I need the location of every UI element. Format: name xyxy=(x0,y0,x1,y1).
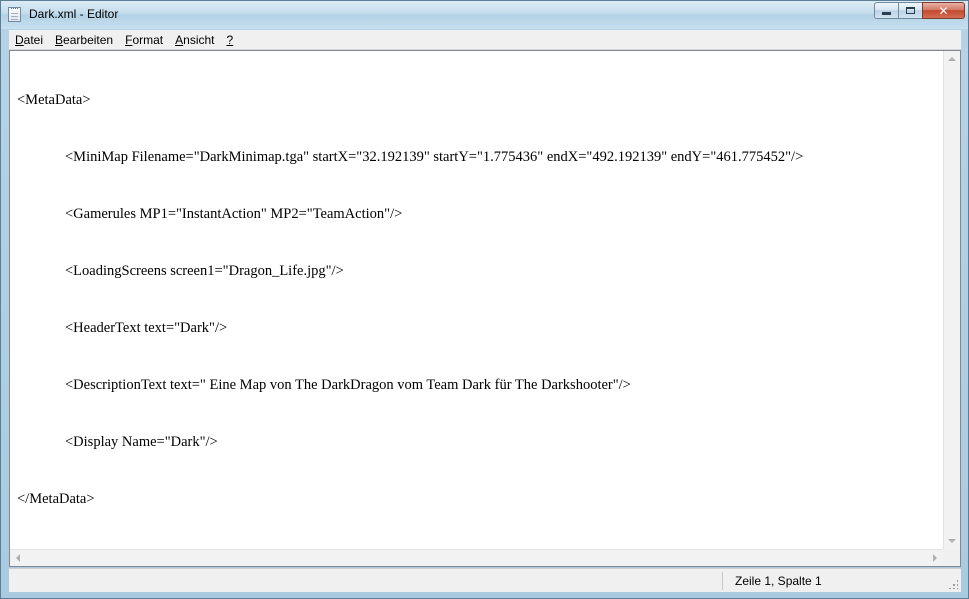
scroll-left-icon[interactable] xyxy=(16,554,20,562)
menu-ansicht-label: nsicht xyxy=(183,32,215,47)
text-line: <LoadingScreens screen1="Dragon_Life.jpg… xyxy=(65,263,344,279)
editor-area: <MetaData> <MiniMap Filename="DarkMinima… xyxy=(9,50,961,567)
maximize-button[interactable] xyxy=(898,2,923,19)
text-line: <MetaData> xyxy=(17,92,91,108)
menu-ansicht-accel: A xyxy=(175,32,184,47)
menu-help-accel: ? xyxy=(226,32,234,47)
status-bar: Zeile 1, Spalte 1 xyxy=(9,568,961,592)
scroll-right-icon[interactable] xyxy=(933,554,937,562)
menu-format-label: ormat xyxy=(132,32,164,47)
notepad-app-icon[interactable] xyxy=(8,7,21,22)
maximize-icon xyxy=(906,7,915,14)
resize-grip-icon[interactable] xyxy=(948,579,958,589)
window-title: Dark.xml - Editor xyxy=(29,7,119,21)
menu-datei-accel: D xyxy=(15,32,24,47)
menu-bearbeiten-label: earbeiten xyxy=(63,32,114,47)
menu-help[interactable]: ? xyxy=(221,33,240,47)
title-bar[interactable]: Dark.xml - Editor ✕ xyxy=(1,1,968,29)
minimize-icon xyxy=(882,12,891,15)
text-line: <DescriptionText text=" Eine Map von The… xyxy=(65,377,631,393)
text-edit-area[interactable]: <MetaData> <MiniMap Filename="DarkMinima… xyxy=(10,51,943,549)
menu-bearbeiten-accel: B xyxy=(55,32,64,47)
text-line: <Gamerules MP1="InstantAction" MP2="Team… xyxy=(65,206,403,222)
minimize-button[interactable] xyxy=(874,2,899,19)
text-line: </MetaData> xyxy=(17,491,95,507)
menu-bearbeiten[interactable]: Bearbeiten xyxy=(49,33,119,47)
close-icon: ✕ xyxy=(938,3,949,18)
menu-bar: Datei Bearbeiten Format Ansicht ? xyxy=(9,30,961,50)
vertical-scrollbar[interactable] xyxy=(943,51,960,549)
menu-ansicht[interactable]: Ansicht xyxy=(169,33,220,47)
caption-buttons: ✕ xyxy=(874,2,965,21)
text-line: <Display Name="Dark"/> xyxy=(65,434,218,450)
text-line: <MiniMap Filename="DarkMinimap.tga" star… xyxy=(65,149,804,165)
status-divider xyxy=(722,572,723,590)
menu-datei-label: atei xyxy=(23,32,44,47)
horizontal-scrollbar[interactable] xyxy=(10,549,943,566)
scrollbar-corner xyxy=(943,549,960,566)
notepad-window: Dark.xml - Editor ✕ Datei Bearbeiten For… xyxy=(0,0,969,599)
menu-format[interactable]: Format xyxy=(119,33,169,47)
close-button[interactable]: ✕ xyxy=(922,2,965,19)
menu-datei[interactable]: Datei xyxy=(9,33,49,47)
scroll-down-icon[interactable] xyxy=(948,539,956,543)
text-line: <HeaderText text="Dark"/> xyxy=(65,320,228,336)
scroll-up-icon[interactable] xyxy=(948,57,956,61)
cursor-position: Zeile 1, Spalte 1 xyxy=(735,574,822,588)
